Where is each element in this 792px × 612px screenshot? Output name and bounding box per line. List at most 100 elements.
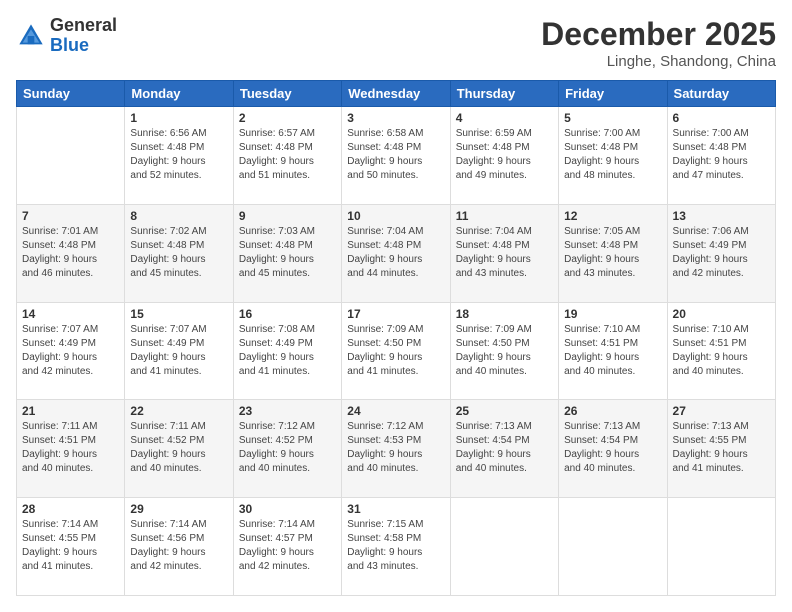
calendar-cell: 6Sunrise: 7:00 AM Sunset: 4:48 PM Daylig… [667, 107, 775, 205]
calendar-cell [450, 498, 558, 596]
calendar-week-3: 21 Sunrise: 7:11 AM Sunset: 4:51 PM Dayli… [17, 400, 776, 498]
location-subtitle: Linghe, Shandong, China [541, 53, 776, 70]
calendar-cell: 25 Sunrise: 7:13 AM Sunset: 4:54 PM Dayli… [450, 400, 558, 498]
calendar-cell: 23 Sunrise: 7:12 AM Sunset: 4:52 PM Dayli… [233, 400, 341, 498]
cell-info: Sunrise: 6:59 AM Sunset: 4:48 PM Dayligh… [456, 127, 553, 183]
day-number: 29 [130, 502, 227, 516]
col-sunday: Sunday [17, 81, 125, 107]
calendar-week-0: 1 Sunrise: 6:56 AM Sunset: 4:48 PM Daylig… [17, 107, 776, 205]
day-number: 16 [239, 307, 336, 321]
cell-info: Sunrise: 7:11 AM Sunset: 4:51 PM Dayligh… [22, 420, 119, 476]
logo-text: General Blue [50, 16, 117, 56]
day-number: 24 [347, 404, 444, 418]
day-number: 9 [239, 209, 336, 223]
day-number: 17 [347, 307, 444, 321]
cell-info: Sunrise: 6:57 AM Sunset: 4:48 PM Dayligh… [239, 127, 336, 183]
calendar-cell: 29 Sunrise: 7:14 AM Sunset: 4:56 PM Dayli… [125, 498, 233, 596]
cell-info: Sunrise: 7:10 AM Sunset: 4:51 PM Dayligh… [673, 323, 770, 379]
cell-info: Sunrise: 7:04 AM Sunset: 4:48 PM Dayligh… [347, 225, 444, 281]
day-number: 19 [564, 307, 661, 321]
day-number: 23 [239, 404, 336, 418]
month-title: December 2025 [541, 16, 776, 53]
day-number: 10 [347, 209, 444, 223]
logo: General Blue [16, 16, 117, 56]
day-number: 3 [347, 111, 444, 125]
day-number: 4 [456, 111, 553, 125]
day-number: 13 [673, 209, 770, 223]
day-number: 8 [130, 209, 227, 223]
col-thursday: Thursday [450, 81, 558, 107]
calendar-week-1: 7Sunrise: 7:01 AM Sunset: 4:48 PM Daylig… [17, 204, 776, 302]
calendar-cell: 22 Sunrise: 7:11 AM Sunset: 4:52 PM Dayli… [125, 400, 233, 498]
day-number: 12 [564, 209, 661, 223]
cell-info: Sunrise: 7:14 AM Sunset: 4:56 PM Dayligh… [130, 518, 227, 574]
col-monday: Monday [125, 81, 233, 107]
day-number: 21 [22, 404, 119, 418]
day-number: 1 [130, 111, 227, 125]
cell-info: Sunrise: 7:12 AM Sunset: 4:52 PM Dayligh… [239, 420, 336, 476]
calendar-cell: 16Sunrise: 7:08 AM Sunset: 4:49 PM Dayli… [233, 302, 341, 400]
day-number: 5 [564, 111, 661, 125]
calendar-cell: 30Sunrise: 7:14 AM Sunset: 4:57 PM Dayli… [233, 498, 341, 596]
calendar-cell: 15 Sunrise: 7:07 AM Sunset: 4:49 PM Dayli… [125, 302, 233, 400]
cell-info: Sunrise: 7:09 AM Sunset: 4:50 PM Dayligh… [456, 323, 553, 379]
calendar-cell: 13 Sunrise: 7:06 AM Sunset: 4:49 PM Dayli… [667, 204, 775, 302]
calendar-cell: 2 Sunrise: 6:57 AM Sunset: 4:48 PM Daylig… [233, 107, 341, 205]
calendar-cell: 9 Sunrise: 7:03 AM Sunset: 4:48 PM Daylig… [233, 204, 341, 302]
day-number: 25 [456, 404, 553, 418]
calendar-cell: 12Sunrise: 7:05 AM Sunset: 4:48 PM Dayli… [559, 204, 667, 302]
cell-info: Sunrise: 7:10 AM Sunset: 4:51 PM Dayligh… [564, 323, 661, 379]
col-wednesday: Wednesday [342, 81, 450, 107]
logo-icon [16, 21, 46, 51]
cell-info: Sunrise: 6:58 AM Sunset: 4:48 PM Dayligh… [347, 127, 444, 183]
cell-info: Sunrise: 7:03 AM Sunset: 4:48 PM Dayligh… [239, 225, 336, 281]
cell-info: Sunrise: 7:04 AM Sunset: 4:48 PM Dayligh… [456, 225, 553, 281]
cell-info: Sunrise: 7:07 AM Sunset: 4:49 PM Dayligh… [22, 323, 119, 379]
calendar-cell: 21 Sunrise: 7:11 AM Sunset: 4:51 PM Dayli… [17, 400, 125, 498]
cell-info: Sunrise: 7:07 AM Sunset: 4:49 PM Dayligh… [130, 323, 227, 379]
calendar-cell: 19 Sunrise: 7:10 AM Sunset: 4:51 PM Dayli… [559, 302, 667, 400]
logo-blue: Blue [50, 36, 117, 56]
calendar-cell [667, 498, 775, 596]
day-number: 15 [130, 307, 227, 321]
day-number: 14 [22, 307, 119, 321]
calendar-cell: 4 Sunrise: 6:59 AM Sunset: 4:48 PM Daylig… [450, 107, 558, 205]
calendar-cell: 26 Sunrise: 7:13 AM Sunset: 4:54 PM Dayli… [559, 400, 667, 498]
cell-info: Sunrise: 7:15 AM Sunset: 4:58 PM Dayligh… [347, 518, 444, 574]
title-block: December 2025 Linghe, Shandong, China [541, 16, 776, 70]
calendar-cell: 11Sunrise: 7:04 AM Sunset: 4:48 PM Dayli… [450, 204, 558, 302]
day-number: 22 [130, 404, 227, 418]
page: General Blue December 2025 Linghe, Shand… [0, 0, 792, 612]
calendar-cell [17, 107, 125, 205]
day-number: 26 [564, 404, 661, 418]
calendar-cell: 8Sunrise: 7:02 AM Sunset: 4:48 PM Daylig… [125, 204, 233, 302]
calendar-cell: 20 Sunrise: 7:10 AM Sunset: 4:51 PM Dayli… [667, 302, 775, 400]
cell-info: Sunrise: 7:13 AM Sunset: 4:54 PM Dayligh… [564, 420, 661, 476]
cell-info: Sunrise: 7:11 AM Sunset: 4:52 PM Dayligh… [130, 420, 227, 476]
calendar-cell: 5 Sunrise: 7:00 AM Sunset: 4:48 PM Daylig… [559, 107, 667, 205]
cell-info: Sunrise: 7:14 AM Sunset: 4:55 PM Dayligh… [22, 518, 119, 574]
calendar-cell: 27Sunrise: 7:13 AM Sunset: 4:55 PM Dayli… [667, 400, 775, 498]
calendar-cell: 31 Sunrise: 7:15 AM Sunset: 4:58 PM Dayli… [342, 498, 450, 596]
day-number: 28 [22, 502, 119, 516]
cell-info: Sunrise: 6:56 AM Sunset: 4:48 PM Dayligh… [130, 127, 227, 183]
day-number: 2 [239, 111, 336, 125]
calendar-header-row: Sunday Monday Tuesday Wednesday Thursday… [17, 81, 776, 107]
calendar-cell: 24Sunrise: 7:12 AM Sunset: 4:53 PM Dayli… [342, 400, 450, 498]
day-number: 31 [347, 502, 444, 516]
day-number: 27 [673, 404, 770, 418]
cell-info: Sunrise: 7:00 AM Sunset: 4:48 PM Dayligh… [564, 127, 661, 183]
calendar-cell: 28 Sunrise: 7:14 AM Sunset: 4:55 PM Dayli… [17, 498, 125, 596]
calendar-week-2: 14 Sunrise: 7:07 AM Sunset: 4:49 PM Dayli… [17, 302, 776, 400]
cell-info: Sunrise: 7:13 AM Sunset: 4:54 PM Dayligh… [456, 420, 553, 476]
calendar-table: Sunday Monday Tuesday Wednesday Thursday… [16, 80, 776, 596]
col-friday: Friday [559, 81, 667, 107]
day-number: 20 [673, 307, 770, 321]
calendar-cell: 17Sunrise: 7:09 AM Sunset: 4:50 PM Dayli… [342, 302, 450, 400]
cell-info: Sunrise: 7:00 AM Sunset: 4:48 PM Dayligh… [673, 127, 770, 183]
calendar-cell [559, 498, 667, 596]
cell-info: Sunrise: 7:06 AM Sunset: 4:49 PM Dayligh… [673, 225, 770, 281]
cell-info: Sunrise: 7:14 AM Sunset: 4:57 PM Dayligh… [239, 518, 336, 574]
calendar-cell: 1 Sunrise: 6:56 AM Sunset: 4:48 PM Daylig… [125, 107, 233, 205]
calendar-cell: 3 Sunrise: 6:58 AM Sunset: 4:48 PM Daylig… [342, 107, 450, 205]
